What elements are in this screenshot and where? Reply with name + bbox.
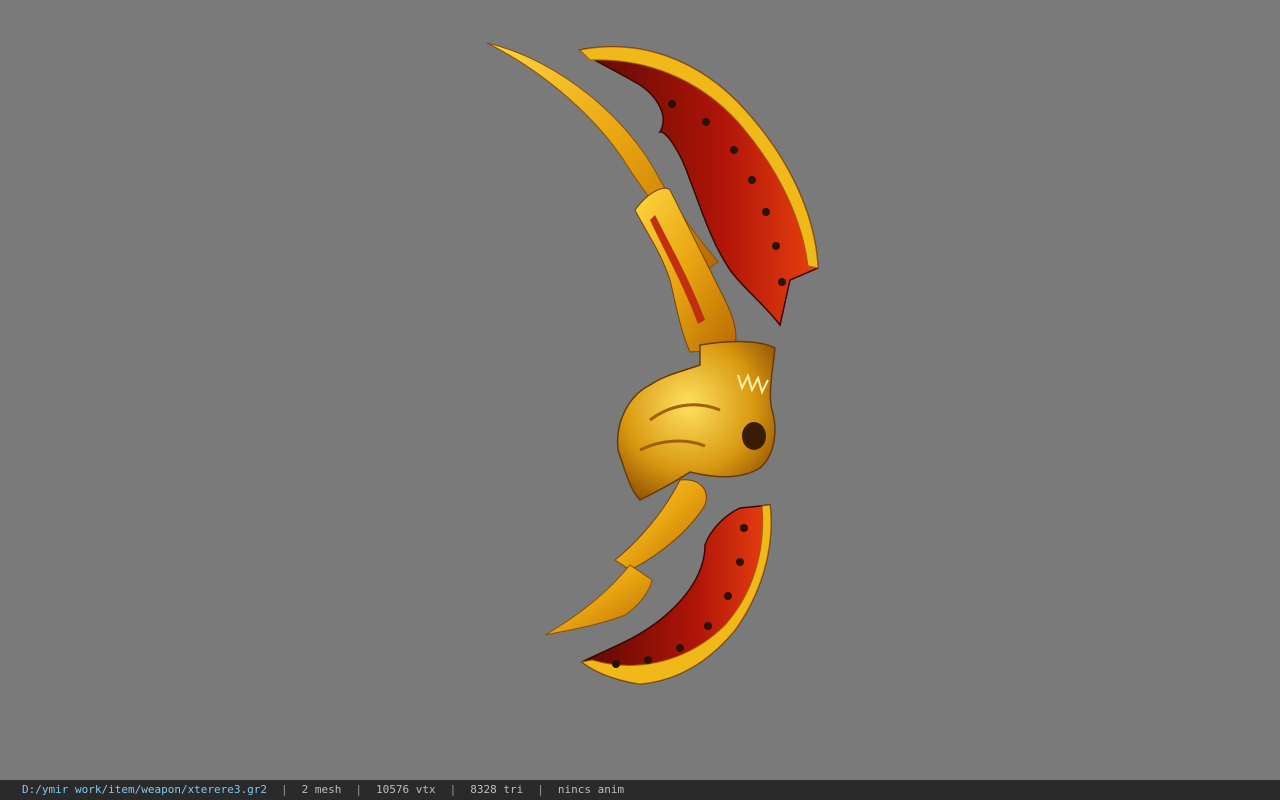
triangle-count: 8328 tri	[470, 783, 524, 796]
animation-status: nincs anim	[557, 783, 625, 796]
vertex-count: 10576 vtx	[376, 783, 436, 796]
separator: |	[449, 783, 457, 796]
mesh-count: 2 mesh	[301, 783, 342, 796]
separator: |	[355, 783, 363, 796]
separator: |	[537, 783, 544, 796]
lower-shaft	[614, 479, 707, 571]
file-path: D:/ymir work/item/weapon/xterere3.gr2	[22, 783, 268, 796]
lower-thin-blade	[544, 564, 653, 636]
separator: |	[281, 783, 288, 796]
skull-guard	[616, 340, 776, 501]
3d-viewport[interactable]	[0, 0, 1280, 780]
skull-eye-socket	[742, 422, 766, 450]
status-bar: D:/ymir work/item/weapon/xterere3.gr2 | …	[0, 780, 1280, 800]
weapon-model-render	[486, 42, 819, 685]
